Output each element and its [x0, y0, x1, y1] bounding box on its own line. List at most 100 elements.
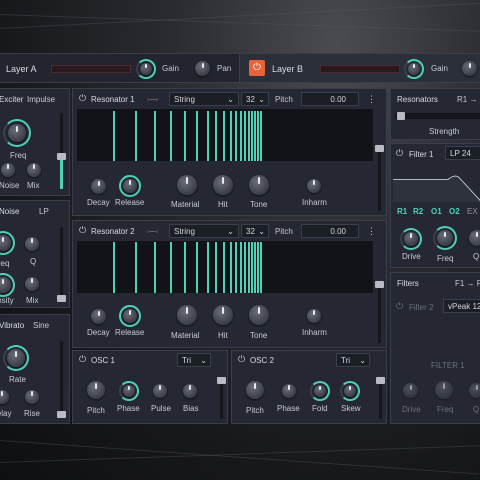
filter-2-power-icon[interactable]: ⏻ — [395, 302, 404, 311]
resonators-routing[interactable]: R1 → R — [457, 95, 480, 104]
exciter-mode[interactable]: Impulse — [27, 95, 55, 104]
resonator-2-material-knob[interactable] — [177, 305, 197, 325]
exciter-freq-label: Freq — [10, 151, 27, 160]
chevron-down-icon: ⌄ — [227, 95, 234, 104]
noise-slider[interactable] — [57, 227, 66, 302]
resonator-1-release-knob[interactable] — [123, 179, 137, 193]
noise-mix-label: Mix — [26, 296, 39, 305]
vibrato-slider[interactable] — [57, 341, 66, 418]
osc-2-skew-knob[interactable] — [344, 385, 356, 397]
resonator-1-hit-knob[interactable] — [213, 175, 233, 195]
layer-b-meter — [320, 65, 400, 73]
resonator-2-release-knob[interactable] — [123, 309, 137, 323]
osc-1-power-icon[interactable]: ⏻ — [78, 355, 87, 364]
osc-2-phase-knob[interactable] — [282, 384, 296, 398]
resonator-2-power-icon[interactable]: ⏻ — [78, 226, 87, 235]
resonator-1-link-icon[interactable]: ◦─◦ — [147, 95, 158, 104]
resonator-1-slider[interactable] — [375, 145, 384, 211]
noise-mode[interactable]: LP — [39, 207, 49, 216]
vibrato-delay-knob[interactable] — [0, 390, 9, 404]
resonator-2-type-dropdown[interactable]: String ⌄ — [169, 224, 239, 238]
osc-2-wave-dropdown[interactable]: Tri ⌄ — [336, 353, 370, 367]
exciter-freq-knob[interactable] — [8, 124, 26, 142]
gain-b-knob[interactable] — [408, 63, 420, 75]
gain-a-knob[interactable] — [140, 63, 152, 75]
resonator-2-decay-label: Decay — [87, 328, 110, 337]
filter-2-q-knob[interactable] — [469, 383, 480, 398]
filter-1-q-knob[interactable] — [469, 230, 480, 246]
filter-2-freq-knob[interactable] — [435, 381, 453, 399]
resonator-2-pitch-field[interactable]: 0.00 — [301, 224, 359, 238]
resonator-1-pitch-field[interactable]: 0.00 — [301, 92, 359, 106]
strength-label: Strength — [429, 127, 460, 136]
osc-2-pitch-knob[interactable] — [246, 381, 264, 399]
osc-1-pulse-knob[interactable] — [153, 384, 167, 398]
osc-2-slider[interactable] — [376, 377, 385, 419]
resonator-2-tone-knob[interactable] — [249, 305, 269, 325]
mod-source-r2[interactable]: R2 — [413, 207, 423, 216]
resonator-2-count-dropdown[interactable]: 32 ⌄ — [241, 224, 269, 238]
partial-bar — [257, 242, 260, 293]
pan-a-knob[interactable] — [195, 61, 210, 76]
osc-2-power-icon[interactable]: ⏻ — [237, 355, 246, 364]
exciter-noise-knob[interactable] — [1, 163, 15, 177]
resonator-2-link-icon[interactable]: ◦─◦ — [147, 227, 158, 236]
osc-1-bias-knob[interactable] — [183, 384, 197, 398]
osc-1-pitch-label: Pitch — [87, 406, 105, 415]
exciter-slider[interactable] — [57, 113, 66, 189]
filter-1-power-icon[interactable]: ⏻ — [395, 149, 404, 158]
strength-slider[interactable] — [395, 112, 480, 120]
osc-2-fold-knob[interactable] — [314, 385, 326, 397]
resonator-1-power-icon[interactable]: ⏻ — [78, 94, 87, 103]
noise-mix-knob[interactable] — [25, 277, 39, 291]
filters-routing[interactable]: F1 → F — [455, 279, 480, 288]
filters-panel: Filters F1 → F ⏻ Filter 2 vPeak 12 FILTE… — [390, 272, 480, 424]
layer-b-power-button[interactable]: ⏻ — [249, 60, 265, 76]
resonator-2-pitch-value: 0.00 — [330, 227, 346, 236]
resonator-2-tone-label: Tone — [250, 331, 268, 340]
chevron-down-icon: ⌄ — [227, 227, 234, 236]
vibrato-delay-label: Delay — [0, 409, 12, 418]
resonator-2-menu-icon[interactable]: ⋮ — [367, 226, 376, 237]
partial-bar — [251, 111, 254, 161]
vibrato-rise-knob[interactable] — [25, 390, 39, 404]
resonator-2-inharm-knob[interactable] — [307, 309, 321, 323]
osc-1-phase-knob[interactable] — [123, 385, 135, 397]
vibrato-mode[interactable]: Sine — [33, 321, 49, 330]
resonator-1-type-dropdown[interactable]: String ⌄ — [169, 92, 239, 106]
mod-source-o1[interactable]: O1 — [431, 207, 442, 216]
partial-bar — [254, 242, 257, 293]
strength-thumb[interactable] — [397, 112, 405, 120]
osc-1-pitch-knob[interactable] — [87, 381, 105, 399]
pan-b-knob[interactable] — [462, 61, 477, 76]
pan-a-label: Pan — [217, 64, 232, 73]
resonator-2-hit-knob[interactable] — [213, 305, 233, 325]
mod-source-r1[interactable]: R1 — [397, 207, 407, 216]
resonator-1-menu-icon[interactable]: ⋮ — [367, 94, 376, 105]
partial-bar — [215, 111, 218, 161]
exciter-mix-knob[interactable] — [27, 163, 41, 177]
resonator-1-count-dropdown[interactable]: 32 ⌄ — [241, 92, 269, 106]
noise-q-knob[interactable] — [25, 237, 39, 251]
layer-a-title: Layer A — [6, 64, 37, 74]
filter-2-type-dropdown[interactable]: vPeak 12 — [443, 299, 480, 313]
vibrato-rate-knob[interactable] — [7, 349, 25, 367]
filter-2-drive-knob[interactable] — [403, 383, 418, 398]
osc-1-slider[interactable] — [217, 377, 226, 419]
filter-1-type-dropdown[interactable]: LP 24 — [445, 146, 480, 160]
resonator-2-slider[interactable] — [375, 281, 384, 343]
resonator-1-inharm-knob[interactable] — [307, 179, 321, 193]
filter-1-freq-knob[interactable] — [437, 230, 453, 246]
osc-1-wave-dropdown[interactable]: Tri ⌄ — [177, 353, 211, 367]
resonator-1-material-knob[interactable] — [177, 175, 197, 195]
mod-source-ex[interactable]: EX — [467, 207, 478, 216]
filter-1-drive-knob[interactable] — [404, 232, 418, 246]
resonator-2-decay-knob[interactable] — [91, 309, 106, 324]
resonator-2-hit-label: Hit — [218, 331, 228, 340]
exciter-title: Exciter — [0, 95, 24, 104]
partial-bar — [223, 111, 226, 161]
resonator-1-decay-knob[interactable] — [91, 179, 106, 194]
layer-b-tab[interactable]: ⏻ Layer B Gain — [239, 54, 480, 82]
mod-source-o2[interactable]: O2 — [449, 207, 460, 216]
resonator-1-tone-knob[interactable] — [249, 175, 269, 195]
